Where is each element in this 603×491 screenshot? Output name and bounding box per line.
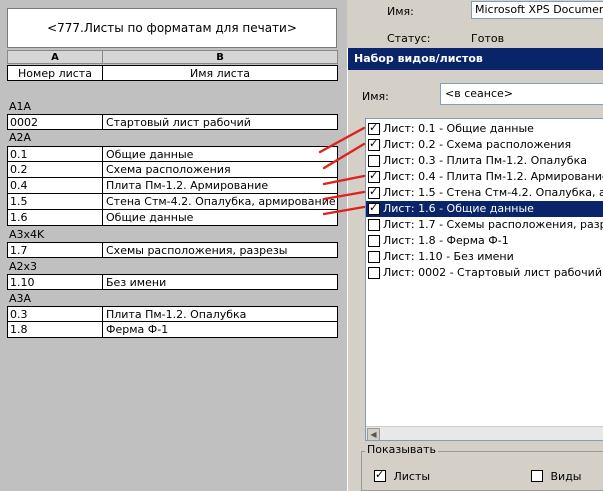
checkbox[interactable]: ✓	[368, 185, 380, 199]
column-a-header[interactable]: A	[7, 50, 103, 64]
show-group-label: Показывать	[365, 443, 439, 456]
list-item-label: Лист: 1.10 - Без имени	[383, 250, 514, 263]
sheet-name-cell[interactable]: Схемы расположения, разрезы	[104, 243, 337, 258]
check-icon: ✓	[375, 468, 385, 481]
sheet-name-cell[interactable]: Стартовый лист рабочий	[104, 115, 337, 130]
checkbox[interactable]: ✓	[368, 169, 380, 183]
sheet-number-cell[interactable]: 1.8	[8, 322, 103, 337]
sheet-number-cell[interactable]: 0.1	[8, 147, 103, 162]
sheet-list[interactable]: ✓ Лист: 0.1 - Общие данные ✓ Лист: 0.2 -…	[365, 118, 603, 441]
table-row[interactable]: 1.8 Ферма Ф-1	[7, 322, 338, 338]
list-item-label: Лист: 1.7 - Схемы расположения, разрезы	[383, 218, 603, 231]
views-checkbox[interactable]: Виды	[531, 468, 582, 483]
group-label: A2x3	[9, 260, 38, 273]
list-item[interactable]: ✓ Лист: 0.4 - Плита Пм-1.2. Армирование	[366, 169, 603, 185]
table-row[interactable]: 0.2 Схема расположения	[7, 162, 338, 178]
checkbox[interactable]: ✓	[368, 121, 380, 135]
group-label: A3x4K	[9, 228, 45, 241]
table-row[interactable]: 1.7 Схемы расположения, разрезы	[7, 242, 338, 258]
list-item-label: Лист: 0.2 - Схема расположения	[383, 138, 572, 151]
list-item-label: Лист: 1.6 - Общие данные	[383, 202, 534, 215]
list-item-selected[interactable]: ✓ Лист: 1.6 - Общие данные	[366, 201, 603, 217]
schedule-view: <777.Листы по форматам для печати> A B Н…	[0, 0, 347, 491]
checkbox[interactable]: ✓	[368, 137, 380, 151]
sheet-number-cell[interactable]: 0.4	[8, 178, 103, 193]
list-item-label: Лист: 0.4 - Плита Пм-1.2. Армирование	[383, 170, 603, 183]
checkbox[interactable]: ✓	[368, 201, 380, 215]
status-label: Статус:	[387, 32, 431, 45]
sheet-number-cell[interactable]: 0.3	[8, 307, 103, 322]
list-item-label: Лист: 0.1 - Общие данные	[383, 122, 534, 135]
view-sheet-set-dialog: Набор видов/листов Имя: <в сеансе> ✓ Лис…	[347, 48, 603, 491]
list-item[interactable]: Лист: 0.3 - Плита Пм-1.2. Опалубка	[366, 153, 603, 169]
printer-name-field[interactable]: Microsoft XPS Document W	[471, 1, 603, 19]
sheet-name-cell[interactable]: Без имени	[104, 275, 337, 290]
sheet-name-cell[interactable]: Плита Пм-1.2. Опалубка	[104, 307, 337, 322]
sheet-name-cell[interactable]: Плита Пм-1.2. Армирование	[104, 178, 337, 193]
sheet-number-cell[interactable]: 1.5	[8, 194, 103, 209]
check-icon: ✓	[369, 201, 379, 214]
printer-name-label: Имя:	[387, 5, 414, 18]
table-row[interactable]: 1.10 Без имени	[7, 274, 338, 290]
sheet-number-cell[interactable]: 1.6	[8, 210, 103, 225]
list-item[interactable]: ✓ Лист: 0.1 - Общие данные	[366, 121, 603, 137]
table-row[interactable]: 1.6 Общие данные	[7, 210, 338, 226]
checkbox[interactable]	[368, 267, 380, 279]
column-sheet-name: Имя листа	[102, 65, 338, 81]
table-row[interactable]: 1.5 Стена Стм-4.2. Опалубка, армирование	[7, 194, 338, 210]
sheet-name-cell[interactable]: Общие данные	[104, 147, 337, 162]
sheet-name-cell[interactable]: Ферма Ф-1	[104, 322, 337, 337]
checkbox[interactable]: ✓	[374, 468, 386, 482]
views-label: Виды	[550, 470, 582, 483]
sheet-name-cell[interactable]: Стена Стм-4.2. Опалубка, армирование	[104, 194, 337, 209]
list-item-label: Лист: 0.3 - Плита Пм-1.2. Опалубка	[383, 154, 587, 167]
list-item[interactable]: Лист: 1.7 - Схемы расположения, разрезы	[366, 217, 603, 233]
list-item[interactable]: Лист: 0002 - Стартовый лист рабочий	[366, 265, 603, 281]
checkbox[interactable]	[368, 251, 380, 263]
dialog-title[interactable]: Набор видов/листов	[348, 48, 603, 70]
list-item[interactable]: ✓ Лист: 1.5 - Стена Стм-4.2. Опалубка, а…	[366, 185, 603, 201]
checkbox[interactable]	[531, 470, 543, 482]
set-name-label: Имя:	[362, 90, 389, 103]
schedule-title: <777.Листы по форматам для печати>	[7, 8, 337, 48]
sheet-number-cell[interactable]: 1.10	[8, 275, 103, 290]
list-item[interactable]: ✓ Лист: 0.2 - Схема расположения	[366, 137, 603, 153]
status-value: Готов	[471, 32, 505, 45]
check-icon: ✓	[369, 137, 379, 150]
scroll-left-icon[interactable]: ◀	[367, 428, 380, 440]
list-item-label: Лист: 1.8 - Ферма Ф-1	[383, 234, 509, 247]
column-sheet-number: Номер листа	[7, 65, 103, 81]
table-row[interactable]: 0.4 Плита Пм-1.2. Армирование	[7, 178, 338, 194]
checkbox[interactable]	[368, 219, 380, 231]
table-row[interactable]: 0.1 Общие данные	[7, 146, 338, 162]
list-item-label: Лист: 0002 - Стартовый лист рабочий	[383, 266, 602, 279]
sheet-name-cell[interactable]: Схема расположения	[104, 162, 337, 177]
check-icon: ✓	[369, 185, 379, 198]
printer-info-panel: Имя: Microsoft XPS Document W Статус: Го…	[347, 0, 603, 48]
list-item[interactable]: Лист: 1.8 - Ферма Ф-1	[366, 233, 603, 249]
list-item[interactable]: Лист: 1.10 - Без имени	[366, 249, 603, 265]
checkbox[interactable]	[368, 155, 380, 167]
sheet-number-cell[interactable]: 0.2	[8, 162, 103, 177]
table-row[interactable]: 0002 Стартовый лист рабочий	[7, 114, 338, 130]
horizontal-scrollbar[interactable]: ◀	[366, 426, 603, 440]
list-item-label: Лист: 1.5 - Стена Стм-4.2. Опалубка, арм…	[383, 186, 603, 199]
checkbox[interactable]	[368, 235, 380, 247]
sheet-name-cell[interactable]: Общие данные	[104, 210, 337, 225]
check-icon: ✓	[369, 169, 379, 182]
group-label: A2A	[9, 131, 32, 144]
group-label: A1A	[9, 100, 32, 113]
check-icon: ✓	[369, 121, 379, 134]
sheets-label: Листы	[393, 470, 431, 483]
sheets-checkbox[interactable]: ✓ Листы	[374, 468, 430, 483]
show-group: Показывать ✓ Листы Виды	[361, 443, 603, 491]
sheet-number-cell[interactable]: 0002	[8, 115, 103, 130]
column-b-header[interactable]: B	[102, 50, 338, 64]
sheet-number-cell[interactable]: 1.7	[8, 243, 103, 258]
group-label: A3A	[9, 292, 32, 305]
set-name-field[interactable]: <в сеансе>	[440, 83, 603, 105]
table-row[interactable]: 0.3 Плита Пм-1.2. Опалубка	[7, 306, 338, 322]
